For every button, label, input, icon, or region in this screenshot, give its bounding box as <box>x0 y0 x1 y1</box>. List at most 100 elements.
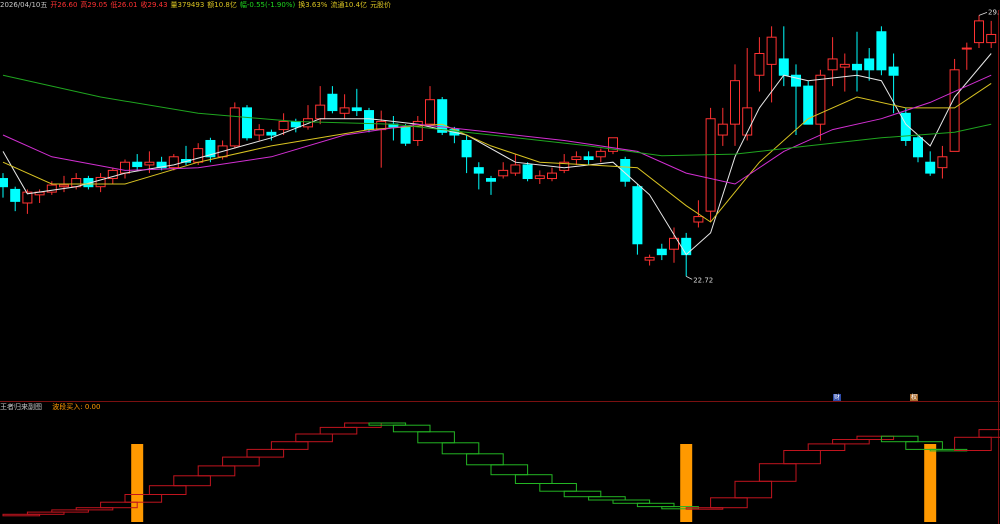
candle[interactable] <box>425 86 435 127</box>
candle[interactable] <box>705 107 716 223</box>
indicator-step-box <box>222 456 260 467</box>
close-value: 收29.43 <box>140 1 168 9</box>
candle[interactable] <box>754 37 765 92</box>
candle[interactable] <box>608 137 618 155</box>
candle[interactable] <box>632 183 643 255</box>
candle-body <box>290 120 301 128</box>
candle[interactable] <box>815 69 826 141</box>
candle-body <box>486 178 496 182</box>
candle[interactable] <box>156 156 167 171</box>
candle-body <box>498 169 509 177</box>
candle[interactable] <box>168 154 179 171</box>
indicator-value: 波段买入: 0.00 <box>52 403 101 411</box>
candle-body <box>730 80 740 125</box>
indicator-step-box <box>539 483 577 492</box>
candle-body <box>974 20 984 44</box>
candle[interactable] <box>376 110 387 168</box>
candle[interactable] <box>595 148 606 163</box>
candle[interactable] <box>254 124 265 141</box>
price-mode-label: 元股价 <box>370 1 392 9</box>
candle-body <box>839 63 850 68</box>
candle[interactable] <box>95 173 106 193</box>
indicator-step-box <box>466 453 504 466</box>
ma-white-line <box>2 53 992 256</box>
candle-body <box>961 47 972 50</box>
candle[interactable] <box>522 162 533 182</box>
candle[interactable] <box>132 154 143 171</box>
indicator-step-box <box>197 465 236 477</box>
candle[interactable] <box>730 64 740 146</box>
candle-body <box>327 93 338 112</box>
candle[interactable] <box>364 107 374 133</box>
candle-body <box>656 248 667 256</box>
flag-finance-badge[interactable]: 财 <box>833 394 842 401</box>
candle-body <box>132 161 143 168</box>
candle[interactable] <box>717 107 728 146</box>
candle[interactable] <box>547 167 557 182</box>
candle[interactable] <box>864 48 875 81</box>
candle[interactable] <box>303 105 313 130</box>
candle[interactable] <box>486 175 496 195</box>
chart-canvas[interactable]: 29.13 22.72 <box>0 0 1000 524</box>
candle[interactable] <box>913 135 923 163</box>
high-marker-arrow <box>978 12 988 16</box>
candle[interactable] <box>974 15 984 49</box>
candle-body <box>852 63 862 71</box>
indicator-step-box <box>270 441 309 450</box>
buy-signal-bar[interactable] <box>131 444 144 522</box>
candle[interactable] <box>534 170 545 184</box>
candle[interactable] <box>778 26 789 87</box>
candle[interactable] <box>583 151 594 165</box>
candle[interactable] <box>351 88 362 117</box>
indicator-name[interactable]: 王者归来副图 <box>0 403 42 411</box>
candle[interactable] <box>229 102 240 149</box>
candle[interactable] <box>937 145 948 179</box>
flag-rights-badge[interactable]: 权 <box>910 394 919 401</box>
candle[interactable] <box>986 20 997 49</box>
indicator-step-box <box>880 435 919 443</box>
indicator-step-box <box>319 426 358 435</box>
candle[interactable] <box>339 94 350 119</box>
indicator-step-box <box>246 448 285 458</box>
candle[interactable] <box>852 31 862 92</box>
candle[interactable] <box>473 162 484 190</box>
candle[interactable] <box>949 58 960 152</box>
candle[interactable] <box>961 42 972 70</box>
candle[interactable] <box>510 154 521 176</box>
candle[interactable] <box>644 254 655 266</box>
candle-body <box>315 104 326 120</box>
change-value: 幅-0.55(-1.90%) <box>239 1 296 9</box>
indicator-step-box <box>417 431 455 444</box>
candle[interactable] <box>242 105 252 141</box>
candle[interactable] <box>839 53 850 92</box>
candle[interactable] <box>0 173 8 198</box>
candle[interactable] <box>620 156 631 187</box>
indicator-step-box <box>734 480 773 499</box>
candle-body <box>364 110 374 131</box>
candle[interactable] <box>461 135 472 174</box>
candle[interactable] <box>925 151 936 176</box>
candle[interactable] <box>876 26 887 76</box>
candle[interactable] <box>327 86 338 114</box>
candle[interactable] <box>498 162 509 179</box>
candle[interactable] <box>656 243 667 261</box>
candle[interactable] <box>46 181 57 195</box>
candle-body <box>937 156 948 169</box>
turnover-value: 换3.63% <box>298 1 328 9</box>
candle-body <box>778 58 789 76</box>
candle-body <box>632 186 643 245</box>
candle[interactable] <box>10 186 21 212</box>
buy-signal-bar[interactable] <box>680 444 693 522</box>
candle[interactable] <box>571 151 582 165</box>
candle-body <box>168 156 179 169</box>
indicator-step-box <box>807 443 846 451</box>
buy-signal-bar[interactable] <box>924 444 937 522</box>
candle[interactable] <box>120 159 130 179</box>
candle[interactable] <box>791 64 801 136</box>
candle[interactable] <box>412 116 423 146</box>
candle[interactable] <box>669 227 679 263</box>
volume-value: 量379493 <box>170 1 205 9</box>
candle-body <box>0 178 8 188</box>
indicator-step-box <box>783 450 821 465</box>
indicator-panel <box>2 422 1000 522</box>
